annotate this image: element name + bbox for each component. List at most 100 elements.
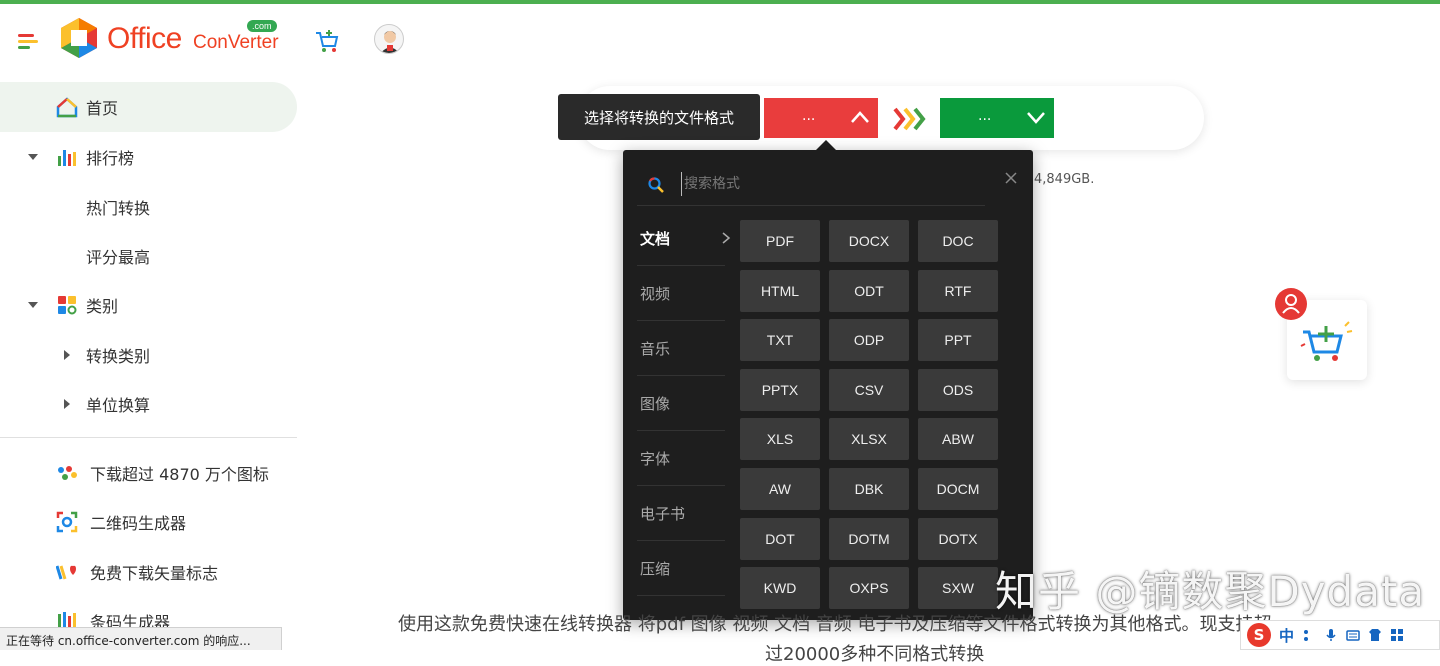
sidebar-tool-label: 二维码生成器 (90, 514, 187, 533)
format-option[interactable]: XLS (740, 418, 820, 461)
sidebar-divider (0, 437, 297, 438)
from-format-select[interactable]: ... (764, 98, 878, 138)
sidebar-item-ranking[interactable]: 排行榜 (0, 132, 297, 182)
bar-chart-icon (58, 150, 76, 166)
sidebar-tool-icons[interactable]: 下载超过 4870 万个图标 (0, 448, 297, 498)
format-option[interactable]: DBK (829, 468, 909, 510)
format-tooltip: 选择将转换的文件格式 (558, 94, 760, 140)
ime-toolbar[interactable]: S 中 (1240, 620, 1440, 650)
sidebar-item-label: 评分最高 (86, 248, 151, 267)
to-format-select[interactable]: ... (940, 98, 1054, 138)
caret-down-icon (28, 154, 38, 160)
category-label: 文档 (640, 230, 671, 248)
format-option[interactable]: SXW (918, 567, 998, 610)
format-option[interactable]: OXPS (829, 567, 909, 610)
watermark: 知乎 @镝数聚Dydata (995, 567, 1426, 616)
category-label: 视频 (640, 285, 671, 303)
to-format-value: ... (978, 108, 992, 124)
format-option[interactable]: DOCX (829, 220, 909, 262)
dropdown-caret (816, 140, 836, 150)
format-option[interactable]: RTF (918, 269, 998, 312)
sidebar-item-label: 热门转换 (86, 199, 151, 218)
format-option[interactable]: ABW (918, 418, 998, 461)
category-item[interactable]: 文档 (637, 212, 731, 266)
format-option[interactable]: CSV (829, 368, 909, 411)
sidebar-item-popular[interactable]: 热门转换 (0, 182, 297, 232)
sogou-logo-icon: S (1247, 623, 1271, 647)
format-search-input[interactable] (681, 172, 961, 196)
sidebar-tool-vector-logos[interactable]: 免费下载矢量标志 (0, 547, 297, 597)
sidebar-item-unit-conversion[interactable]: 单位换算 (0, 379, 297, 429)
user-badge[interactable] (1275, 288, 1307, 320)
sidebar-tool-label: 免费下载矢量标志 (90, 564, 219, 583)
convert-arrows-icon (893, 107, 926, 131)
chevron-down-icon (1027, 112, 1045, 124)
grid-icon (58, 296, 77, 315)
category-label: 电子书 (640, 505, 686, 523)
from-format-value: ... (802, 108, 816, 124)
user-icon (1282, 294, 1300, 314)
sidebar-item-top-rated[interactable]: 评分最高 (0, 231, 297, 281)
sidebar-item-label: 排行榜 (86, 149, 135, 168)
heart-logo-icon (56, 565, 76, 580)
hamburger-menu-icon[interactable] (18, 34, 38, 50)
keyboard-icon[interactable] (1346, 628, 1360, 642)
sidebar-tool-label: 下载超过 4870 万个图标 (90, 465, 269, 484)
caret-right-icon (64, 350, 70, 360)
format-option[interactable]: ODT (829, 269, 909, 312)
chevron-right-icon (722, 232, 731, 244)
dots-icon (58, 466, 77, 480)
cart-icon[interactable] (314, 28, 340, 54)
description-line-2: 过20000多种不同格式转换 (765, 644, 985, 665)
format-option[interactable]: PPTX (740, 368, 820, 411)
microphone-icon[interactable] (1324, 628, 1338, 642)
ime-mode[interactable]: 中 (1279, 625, 1294, 646)
format-option[interactable]: KWD (740, 567, 820, 610)
sidebar: 首页 排行榜 热门转换 评分最高 类别 转换类别 单位换算 下载超过 4870 … (0, 80, 300, 640)
format-option[interactable]: XLSX (829, 418, 909, 461)
format-option[interactable]: AW (740, 468, 820, 510)
browser-status-bar: 正在等待 cn.office-converter.com 的响应... (0, 627, 282, 650)
category-label: 字体 (640, 450, 671, 468)
format-option[interactable]: DOTX (918, 517, 998, 560)
format-option[interactable]: PDF (740, 220, 820, 262)
category-item[interactable]: 图像 (637, 377, 725, 431)
logo-mark-icon (61, 18, 97, 58)
sidebar-item-categories[interactable]: 类别 (0, 280, 297, 330)
search-icon (648, 177, 664, 193)
category-item[interactable]: 字体 (637, 432, 725, 486)
skin-icon[interactable] (1368, 628, 1382, 642)
category-item[interactable]: 压缩 (637, 542, 725, 596)
sidebar-item-label: 首页 (86, 99, 119, 118)
format-option[interactable]: HTML (740, 269, 820, 312)
toolbox-icon[interactable] (1390, 628, 1404, 642)
format-option[interactable]: DOCM (918, 468, 998, 510)
format-dropdown: 文档视频音乐图像字体电子书压缩 PDFDOCXDOCHTMLODTRTFTXTO… (623, 150, 1033, 620)
qr-scan-icon (56, 511, 78, 533)
sidebar-tool-qr-generator[interactable]: 二维码生成器 (0, 497, 297, 547)
format-option[interactable]: DOT (740, 517, 820, 560)
category-label: 图像 (640, 395, 671, 413)
logo[interactable]: Office ConVerter .com (57, 16, 287, 64)
format-option[interactable]: DOC (918, 220, 998, 262)
sidebar-item-label: 转换类别 (86, 347, 151, 366)
format-option[interactable]: ODS (918, 368, 998, 411)
category-item[interactable]: 音乐 (637, 322, 725, 376)
format-option[interactable]: DOTM (829, 517, 909, 560)
size-note: 4,849GB. (1034, 172, 1095, 187)
category-item[interactable]: 视频 (637, 267, 725, 321)
format-option[interactable]: ODP (829, 319, 909, 362)
format-option[interactable]: TXT (740, 319, 820, 362)
header: Office ConVerter .com (0, 4, 1440, 76)
format-option[interactable]: PPT (918, 319, 998, 362)
avatar[interactable] (374, 24, 404, 54)
category-item[interactable]: 电子书 (637, 487, 725, 541)
sidebar-item-label: 类别 (86, 297, 119, 316)
logo-text: Office (107, 22, 182, 55)
sidebar-item-conversion-categories[interactable]: 转换类别 (0, 330, 297, 380)
user-avatar-icon (380, 31, 400, 53)
close-icon[interactable] (1003, 170, 1019, 186)
caret-down-icon (28, 302, 38, 308)
sidebar-item-home[interactable]: 首页 (0, 82, 297, 132)
punctuation-icon[interactable] (1302, 628, 1316, 642)
